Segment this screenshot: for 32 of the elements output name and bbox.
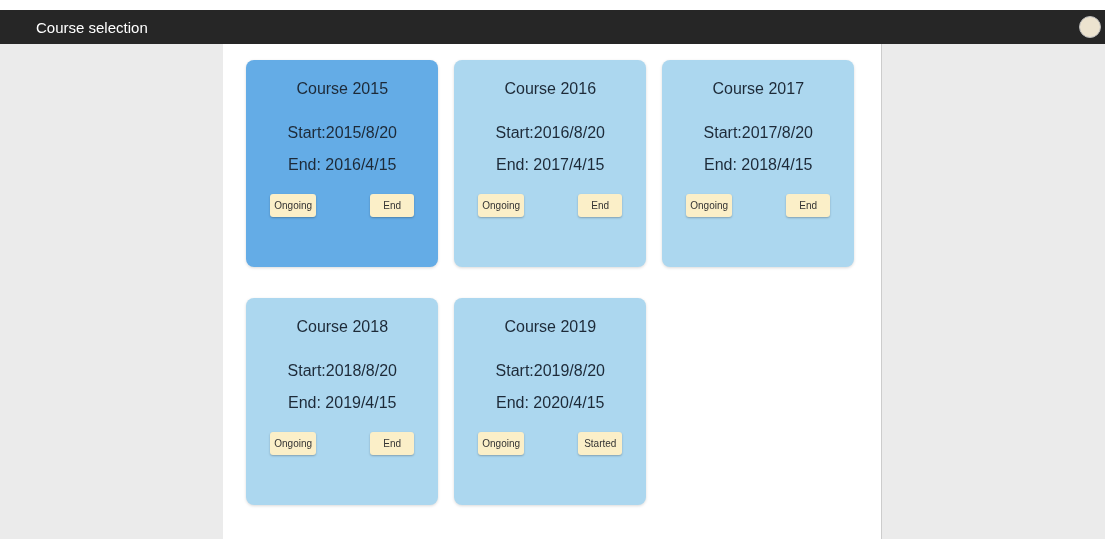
avatar-icon[interactable] [1079,16,1101,38]
status-button[interactable]: End [578,194,623,217]
status-button[interactable]: Ongoing [478,432,525,455]
end-date: End: 2018/4/15 [703,156,813,174]
status-button[interactable]: End [370,432,415,455]
course-card[interactable]: Course 2015 Start:2015/8/20 End: 2016/4/15 Ongoing End [246,60,439,267]
end-date: End: 2019/4/15 [287,394,397,412]
start-date: Start:2018/8/20 [287,362,397,380]
status-button[interactable]: Started [578,432,623,455]
course-card[interactable]: Course 2018 Start:2018/8/20 End: 2019/4/15 Ongoing End [246,298,439,505]
status-button[interactable]: Ongoing [478,194,525,217]
window-title: Course selection [36,18,148,36]
end-date: End: 2020/4/15 [495,394,605,412]
start-date: Start:2019/8/20 [495,362,605,380]
course-title: Course 2019 [504,318,597,336]
end-date: End: 2016/4/15 [287,156,397,174]
status-button[interactable]: Ongoing [270,432,317,455]
status-button[interactable]: End [370,194,415,217]
course-title: Course 2018 [296,318,389,336]
start-date: Start:2016/8/20 [495,124,605,142]
course-title: Course 2017 [712,80,805,98]
course-title: Course 2016 [504,80,597,98]
status-button[interactable]: Ongoing [270,194,317,217]
course-card[interactable]: Course 2016 Start:2016/8/20 End: 2017/4/15 Ongoing End [454,60,647,267]
status-button[interactable]: End [786,194,831,217]
course-card[interactable]: Course 2017 Start:2017/8/20 End: 2018/4/15 Ongoing End [662,60,855,267]
status-button[interactable]: Ongoing [686,194,733,217]
start-date: Start:2017/8/20 [703,124,813,142]
end-date: End: 2017/4/15 [495,156,605,174]
course-title: Course 2015 [296,80,389,98]
start-date: Start:2015/8/20 [287,124,397,142]
course-card[interactable]: Course 2019 Start:2019/8/20 End: 2020/4/15 Ongoing Started [454,298,647,505]
